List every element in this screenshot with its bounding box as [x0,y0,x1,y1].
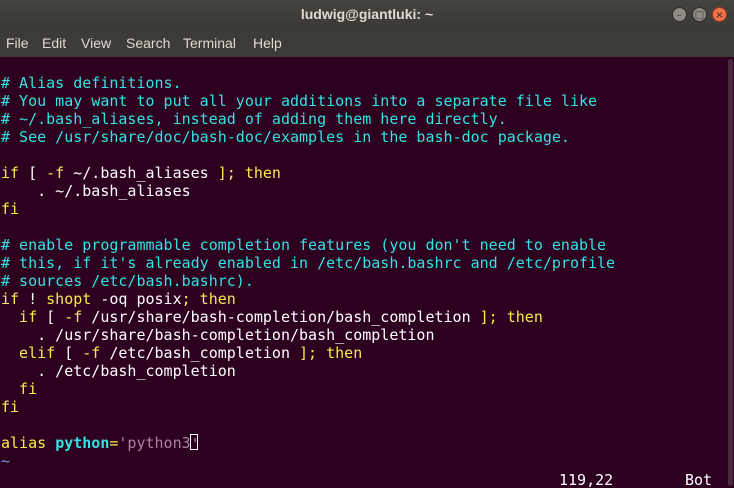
menu-bar: File Edit View Search Terminal Help [0,30,734,57]
editor-line: # ~/.bash_aliases, instead of adding the… [1,110,507,128]
cursor-position: 119,22 [559,471,614,488]
code-token: # See /usr/share/doc/bash-doc/examples i… [1,128,570,146]
editor-line: elif [ -f /etc/bash_completion ]; then [1,344,362,362]
editor-line: alias python='python3' [1,434,200,453]
code-token: # Alias definitions. [1,74,182,92]
maximize-icon[interactable]: □ [692,7,707,22]
editor-line: # You may want to put all your additions… [1,92,597,110]
editor-line: # enable programmable completion feature… [1,236,606,254]
editor-line: if [ -f ~/.bash_aliases ]; then [1,164,281,182]
code-token: ]; [479,308,498,326]
code-token: [ [37,308,65,326]
code-token: fi [1,380,38,398]
menu-edit[interactable]: Edit [42,35,66,51]
code-token: [ [19,164,47,182]
code-token: # this, if it's already enabled in /etc/… [1,254,616,272]
code-token: then [235,164,281,182]
editor-line: fi [1,200,19,218]
code-token: fi [1,398,20,416]
code-token: -f [82,344,101,362]
code-token: if [1,308,38,326]
editor-line: . /usr/share/bash-completion/bash_comple… [1,326,434,344]
code-token: -f [64,308,83,326]
editor-line: # sources /etc/bash.bashrc). [1,272,254,290]
code-token: /etc/bash_completion [100,344,300,362]
code-token: fi [1,200,20,218]
code-token: # enable programmable completion feature… [1,236,607,254]
code-token: ; [181,290,191,308]
scrollbar-thumb[interactable] [728,59,733,486]
code-token: . ~/.bash_aliases [1,182,191,200]
editor-line: fi [1,398,19,416]
code-token: ]; [217,164,236,182]
code-token: then [497,308,543,326]
title-bar[interactable]: ludwig@giantluki: ~ – □ × [0,0,734,30]
editor-line: . /etc/bash_completion [1,362,236,380]
menu-terminal[interactable]: Terminal [183,35,236,51]
scroll-indicator: Bot [685,471,713,488]
code-token: # You may want to put all your additions… [1,92,598,110]
code-token: if [1,164,20,182]
code-token: # ~/.bash_aliases, instead of adding the… [1,110,507,128]
editor-line: ~ [1,452,10,470]
window-title: ludwig@giantluki: ~ [300,6,434,22]
code-token: ~/.bash_aliases [64,164,218,182]
editor-line: . ~/.bash_aliases [1,182,191,200]
close-icon[interactable]: × [712,7,727,22]
code-token: elif [1,344,56,362]
code-token: ~ [1,452,11,470]
editor-line: # this, if it's already enabled in /etc/… [1,254,615,272]
editor-line: # See /usr/share/doc/bash-doc/examples i… [1,128,570,146]
code-token: [ [55,344,83,362]
menu-file[interactable]: File [6,35,29,51]
code-token: . /usr/share/bash-completion/bash_comple… [1,326,435,344]
code-token: . /etc/bash_completion [1,362,236,380]
code-token: ! [19,290,47,308]
menu-view[interactable]: View [81,35,111,51]
menu-help[interactable]: Help [253,35,282,51]
text-cursor: ' [189,434,200,453]
minimize-icon[interactable]: – [672,7,687,22]
code-token: shopt [46,290,92,308]
code-token: # sources /etc/bash.bashrc). [1,272,254,290]
code-token: if [1,290,20,308]
code-token: /usr/share/bash-completion/bash_completi… [82,308,480,326]
code-token: python [55,434,110,452]
code-token: then [317,344,363,362]
scrollbar[interactable] [726,57,734,488]
code-token: 'python3 [118,434,191,452]
code-token: -oq posix [91,290,182,308]
terminal-text-area[interactable]: 119,22 Bot # Alias definitions. # You may… [0,57,726,488]
editor-line: # Alias definitions. [1,74,182,92]
editor-line: fi [1,380,37,398]
editor-line: if [ -f /usr/share/bash-completion/bash_… [1,308,543,326]
code-token: ]; [299,344,318,362]
code-token: -f [46,164,65,182]
code-token: then [190,290,236,308]
menu-search[interactable]: Search [126,35,170,51]
editor-line: if ! shopt -oq posix; then [1,290,236,308]
terminal-window: ludwig@giantluki: ~ – □ × File Edit View… [0,0,734,488]
code-token: alias [1,434,56,452]
